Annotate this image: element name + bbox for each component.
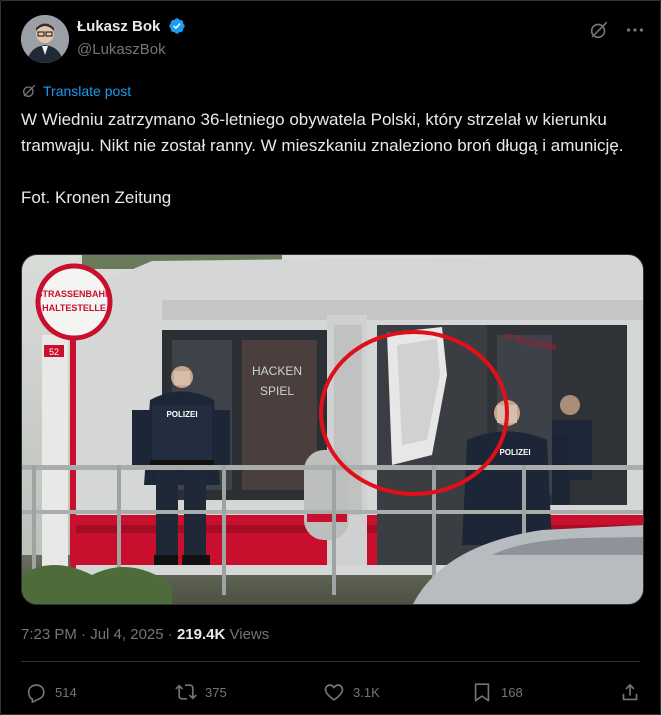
views-count: 219.4K (176, 626, 226, 643)
repost-count: 375 (205, 684, 227, 700)
svg-text:SPIEL: SPIEL (260, 384, 294, 398)
reply-button[interactable]: 514 (25, 677, 77, 707)
tram-scene-image: HACKEN SPIEL STRASSENB 52 STRASSENBAHN H… (22, 255, 643, 604)
like-button[interactable]: 3.1K (323, 677, 380, 707)
post-text: W Wiedniu zatrzymano 36-letniego obywate… (21, 110, 624, 207)
like-count: 3.1K (353, 684, 380, 700)
bookmark-icon (474, 683, 490, 702)
tweet-header: Łukasz Bok @LukaszBok (21, 15, 646, 65)
bookmark-count: 168 (501, 684, 523, 700)
views-label: Views (229, 626, 270, 643)
sign-line-2: HALTESTELLE (42, 303, 106, 313)
repost-button[interactable]: 375 (175, 677, 227, 707)
post-time[interactable]: 7:23 PM (21, 626, 77, 643)
author-display-name[interactable]: Łukasz Bok (77, 18, 160, 35)
post-meta: 7:23 PM · Jul 4, 2025 · 219.4K Views (21, 626, 269, 643)
tram-number: 52 (49, 347, 59, 357)
translate-post-link[interactable]: Translate post (21, 82, 131, 100)
post-photo[interactable]: HACKEN SPIEL STRASSENB 52 STRASSENBAHN H… (21, 254, 644, 605)
reply-count: 514 (55, 684, 77, 700)
share-button[interactable] (619, 677, 641, 707)
post-date[interactable]: Jul 4, 2025 (90, 626, 163, 643)
police-label-left: POLIZEI (166, 410, 197, 419)
grok-icon[interactable] (588, 19, 610, 41)
translate-post-label[interactable]: Translate post (43, 83, 131, 99)
police-label-right: POLIZEI (499, 448, 530, 457)
sign-line-1: STRASSENBAHN (36, 289, 111, 299)
author-handle[interactable]: @LukaszBok (77, 41, 186, 58)
meta-separator: · (167, 626, 173, 643)
grok-small-icon (23, 85, 35, 97)
author-names: Łukasz Bok @LukaszBok (77, 17, 186, 58)
meta-separator: · (81, 626, 87, 643)
verified-badge-icon (169, 18, 185, 34)
bookmark-button[interactable]: 168 (471, 677, 523, 707)
action-bar: 514 375 3.1K 168 (21, 677, 642, 707)
reply-icon (27, 684, 45, 703)
share-icon (622, 683, 638, 701)
author-avatar[interactable] (21, 15, 69, 63)
svg-text:HACKEN: HACKEN (252, 364, 302, 378)
more-icon[interactable] (624, 19, 646, 41)
divider (21, 661, 640, 662)
heart-icon (324, 684, 344, 701)
repost-icon (175, 684, 197, 700)
tweet-card: Łukasz Bok @LukaszBok Translate post W W… (0, 0, 661, 715)
